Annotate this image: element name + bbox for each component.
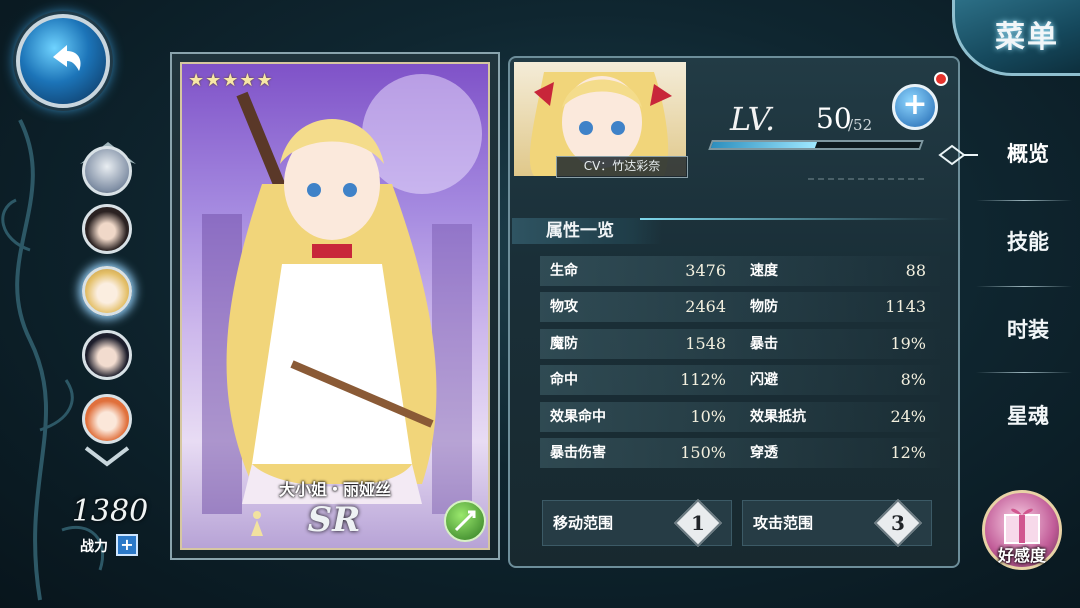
power-value: 1380	[71, 494, 149, 529]
attribute-value: 1548	[685, 333, 726, 353]
affection-label: 好感度	[997, 546, 1046, 565]
notification-dot	[934, 72, 948, 86]
tab-overview[interactable]: 概览	[976, 114, 1080, 194]
nav-divider	[976, 372, 1072, 373]
menu-label: 菜单	[995, 20, 1059, 55]
power-plus-button[interactable]: +	[116, 534, 138, 556]
attribute-value: 8%	[900, 370, 926, 390]
attack-range-label: 攻击范围	[753, 514, 814, 532]
roster-avatar-4[interactable]	[82, 330, 132, 380]
attribute-value: 88	[905, 261, 926, 280]
tab-outfit[interactable]: 时装	[976, 290, 1080, 370]
voice-actor-label: CV：竹达彩奈	[556, 156, 688, 178]
move-range-box: 移动范围 1	[542, 498, 732, 548]
rarity-badge: SR	[307, 500, 361, 540]
attribute-value: 12%	[890, 443, 926, 462]
attribute-value: 3476	[685, 261, 726, 280]
power-label: 战力	[80, 539, 108, 555]
roster-chevron-down-icon[interactable]	[82, 444, 132, 468]
back-button[interactable]	[16, 14, 110, 108]
attribute-value: 24%	[890, 406, 926, 426]
level-max: /52	[848, 116, 873, 134]
attack-range-value: 3	[891, 511, 905, 535]
tab-skills[interactable]: 技能	[976, 202, 1080, 282]
roster-avatar-3-selected[interactable]	[82, 266, 132, 316]
move-range-value: 1	[691, 511, 705, 535]
battle-power: 1380 战力 +	[50, 494, 170, 556]
attribute-value: 150%	[680, 443, 726, 462]
roster-avatar-2[interactable]	[82, 204, 132, 254]
attribute-value: 112%	[680, 370, 726, 390]
move-range-label: 移动范围	[553, 514, 614, 532]
nav-active-marker-icon	[938, 144, 978, 166]
divider-dashed	[808, 178, 924, 180]
attribute-row: 物攻 2464 物防 1143	[540, 292, 940, 324]
move-range-badge: 1	[673, 498, 723, 548]
attribute-row: 暴击伤害 150% 穿透 12%	[540, 438, 940, 470]
roster-avatar-1[interactable]	[82, 146, 132, 196]
attribute-value: 2464	[685, 297, 726, 317]
level-progress-bar	[708, 140, 924, 150]
tab-star-soul[interactable]: 星魂	[976, 376, 1080, 456]
attributes-header: 属性一览	[512, 218, 662, 244]
nav-divider	[976, 200, 1072, 201]
level-up-button[interactable]: +	[892, 84, 938, 130]
nav-divider	[976, 286, 1072, 287]
attribute-row: 命中 112% 闪避 8%	[540, 365, 940, 397]
attributes-header-line	[640, 218, 950, 220]
back-arrow-icon	[53, 45, 81, 71]
rarity-stars: ★★★★★	[188, 70, 274, 91]
attribute-row: 生命 3476 速度 88	[540, 256, 940, 288]
weapon-type-icon[interactable]	[444, 500, 486, 542]
attribute-value: 10%	[690, 406, 726, 426]
attribute-row: 效果命中 10% 效果抵抗 24%	[540, 401, 940, 434]
level-progress-fill	[710, 142, 818, 148]
level-value: 50	[816, 102, 852, 135]
attribute-value: 1143	[885, 297, 926, 317]
attribute-value: 19%	[890, 333, 926, 353]
level-label: LV.	[730, 100, 776, 138]
attack-range-box: 攻击范围 3	[742, 498, 932, 548]
roster-avatar-5[interactable]	[82, 394, 132, 444]
attribute-row: 魔防 1548 暴击 19%	[540, 328, 940, 361]
class-icon	[242, 508, 272, 538]
menu-button[interactable]: 菜单	[952, 0, 1080, 76]
character-name: 大小姐・丽娅丝	[278, 480, 391, 499]
attack-range-badge: 3	[873, 498, 923, 548]
